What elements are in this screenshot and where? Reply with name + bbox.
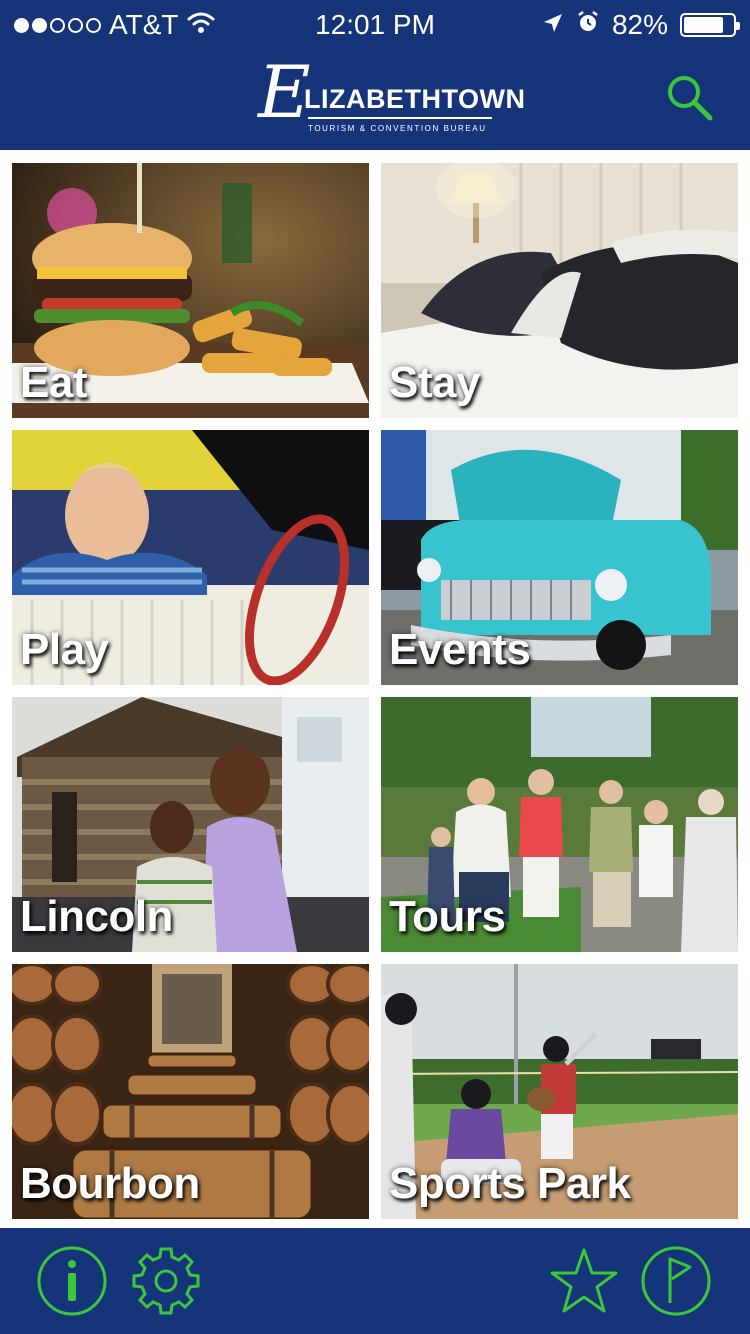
tile-events[interactable]: Events [381, 430, 738, 685]
category-grid: Eat Stay Play Events Lincoln Tours Bourb… [0, 150, 750, 1228]
tile-bourbon[interactable]: Bourbon [12, 964, 369, 1219]
logo-subtitle: TOURISM & CONVENTION BUREAU [308, 124, 487, 133]
tile-label: Events [389, 625, 531, 674]
tile-label: Stay [389, 358, 480, 407]
tile-label: Sports Park [389, 1159, 631, 1208]
tile-eat[interactable]: Eat [12, 163, 369, 418]
tile-label: Bourbon [20, 1159, 200, 1208]
tile-play[interactable]: Play [12, 430, 369, 685]
info-button[interactable] [36, 1245, 108, 1322]
tile-tours[interactable]: Tours [381, 697, 738, 952]
top-bar: AT&T 12:01 PM 82% E LIZABETHTOWN TOURISM… [0, 0, 750, 150]
battery-icon [680, 13, 740, 37]
gear-icon [132, 1247, 200, 1315]
location-arrow-icon [542, 9, 564, 41]
tile-lincoln[interactable]: Lincoln [12, 697, 369, 952]
status-right: 82% [542, 9, 740, 41]
flag-icon [641, 1246, 711, 1316]
star-icon [550, 1248, 618, 1313]
favorites-button[interactable] [548, 1245, 620, 1322]
search-button[interactable] [664, 72, 716, 124]
tile-stay[interactable]: Stay [381, 163, 738, 418]
tile-label: Tours [389, 892, 506, 941]
logo-divider [308, 117, 492, 119]
tile-label: Eat [20, 358, 87, 407]
search-icon [668, 76, 713, 121]
info-icon [37, 1246, 107, 1316]
alarm-icon [576, 9, 600, 41]
tile-label: Lincoln [20, 892, 173, 941]
logo-initial: E [258, 50, 311, 134]
tile-sports-park[interactable]: Sports Park [381, 964, 738, 1219]
settings-button[interactable] [130, 1245, 202, 1322]
bottom-bar [0, 1228, 750, 1334]
battery-percent: 82% [611, 9, 668, 40]
app-logo: E LIZABETHTOWN TOURISM & CONVENTION BURE… [258, 56, 525, 136]
map-flag-button[interactable] [640, 1245, 712, 1322]
tile-label: Play [20, 625, 109, 674]
status-bar: AT&T 12:01 PM 82% [0, 0, 750, 50]
logo-name: LIZABETHTOWN [304, 84, 526, 114]
